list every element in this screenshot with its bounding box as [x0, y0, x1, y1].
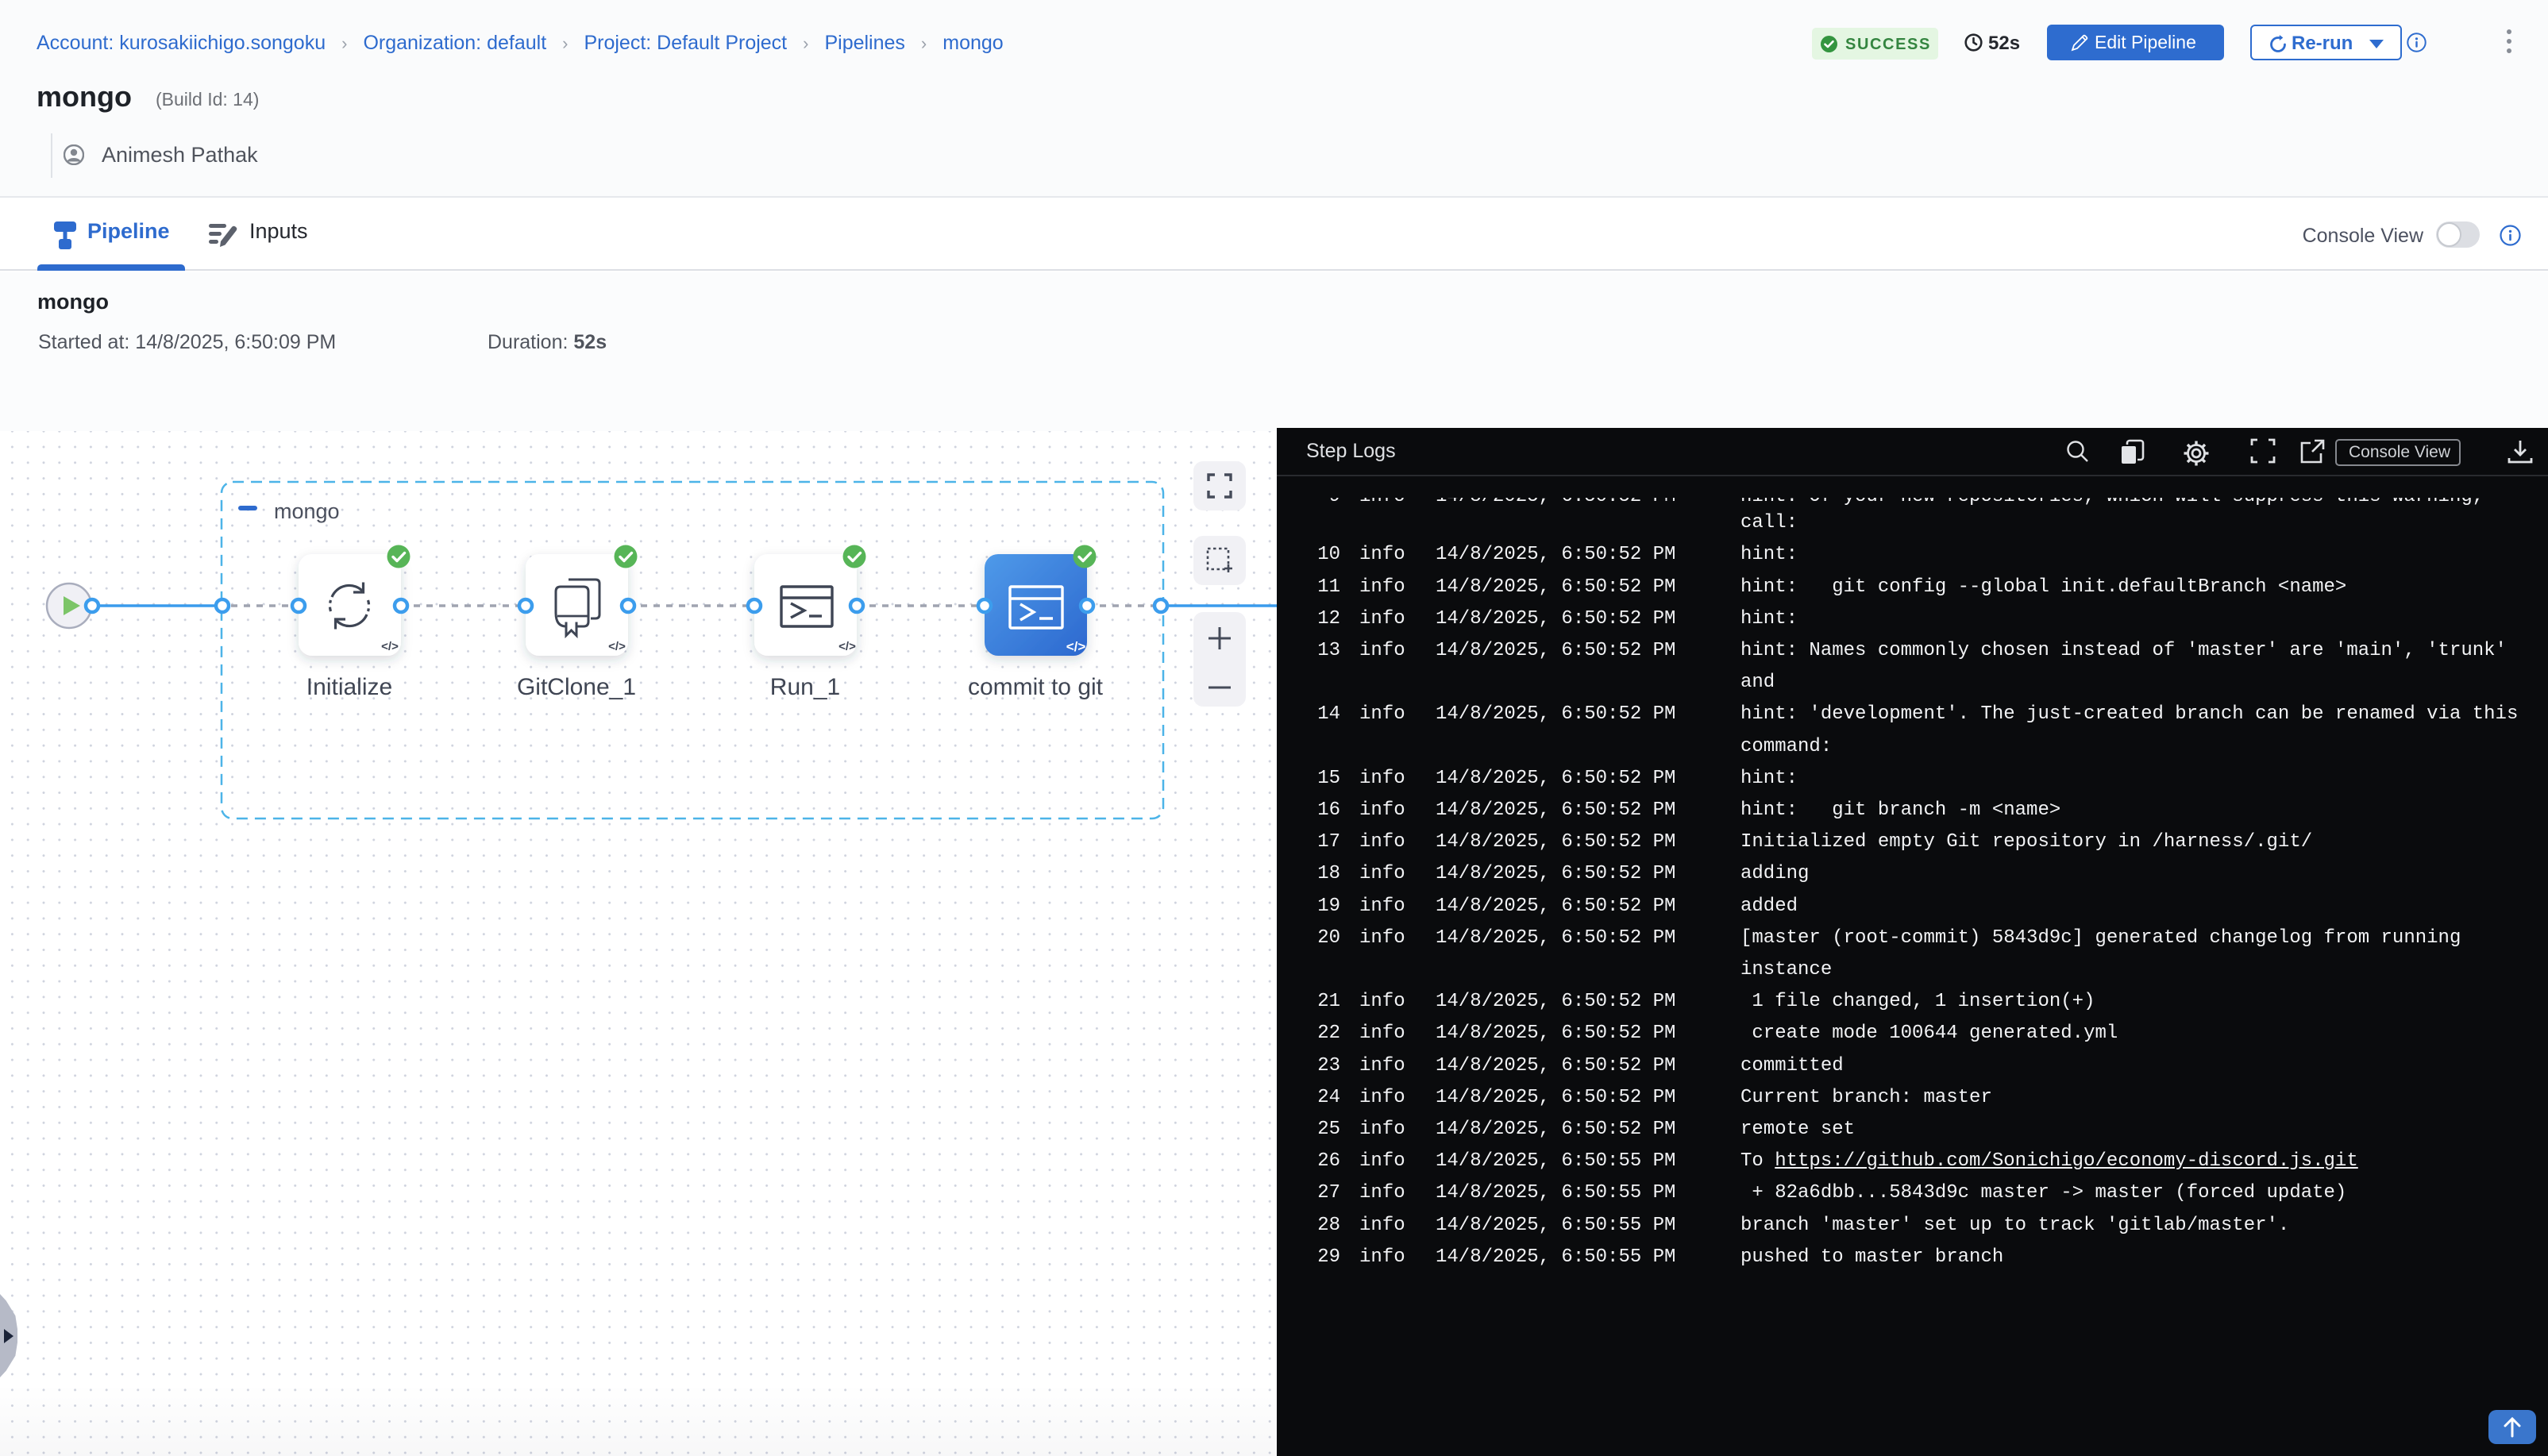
svg-text:</>: </>: [608, 640, 626, 653]
svg-text:Run_1: Run_1: [770, 674, 840, 700]
svg-text:commit to git: commit to git: [968, 674, 1104, 700]
svg-text:</>: </>: [1066, 639, 1086, 654]
svg-text:mongo: mongo: [274, 499, 340, 523]
svg-text:</>: </>: [381, 640, 399, 653]
svg-text:GitClone_1: GitClone_1: [517, 674, 636, 700]
svg-text:Initialize: Initialize: [306, 674, 392, 700]
svg-text:</>: </>: [838, 640, 856, 653]
